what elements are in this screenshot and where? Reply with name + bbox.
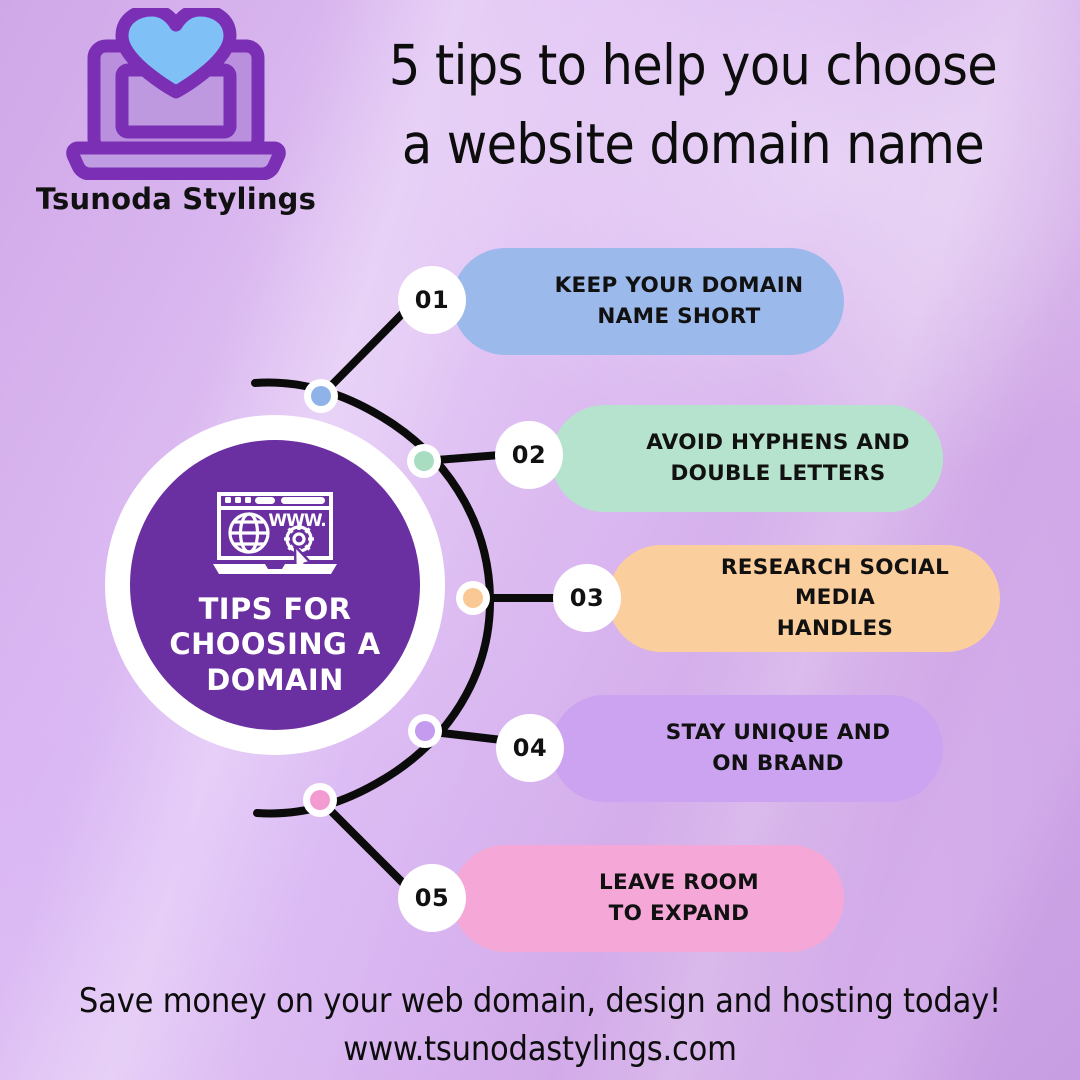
tip-01-line-2: NAME SHORT	[597, 303, 761, 329]
tip-05-line-1: LEAVE ROOM	[599, 869, 759, 895]
laptop-heart-icon	[66, 8, 286, 180]
center-hub-circle: WWW. TIPS FOR CHOOSING A DOMAIN	[130, 440, 420, 730]
footer-callout: Save money on your web domain, design an…	[20, 978, 1060, 1073]
brand-name: Tsunoda Stylings	[35, 182, 317, 216]
connector-line-04	[421, 727, 506, 744]
node-dot-04	[408, 714, 442, 748]
tip-text-01: KEEP YOUR DOMAIN NAME SHORT	[477, 271, 820, 332]
tip-card-03[interactable]: RESEARCH SOCIAL MEDIA HANDLES	[608, 545, 1000, 652]
tip-number-badge-03[interactable]: 03	[553, 564, 621, 632]
center-hub: WWW. TIPS FOR CHOOSING A DOMAIN	[105, 415, 445, 755]
brand-logo-block: Tsunoda Stylings	[26, 8, 326, 216]
infographic-canvas: Tsunoda Stylings 5 tips to help you choo…	[0, 0, 1080, 1080]
tip-number-badge-02[interactable]: 02	[495, 421, 563, 489]
hub-title-line-1: TIPS FOR	[198, 592, 352, 626]
tip-text-03: RESEARCH SOCIAL MEDIA HANDLES	[608, 553, 1000, 645]
page-title: 5 tips to help you choose a website doma…	[330, 26, 1056, 184]
page-title-line-1: 5 tips to help you choose	[388, 33, 998, 97]
tip-number-02: 02	[511, 441, 547, 469]
page-title-line-2: a website domain name	[401, 112, 985, 177]
tip-01-line-1: KEEP YOUR DOMAIN	[554, 272, 804, 298]
hub-title-line-3: DOMAIN	[206, 662, 344, 697]
tip-text-02: AVOID HYPHENS AND DOUBLE LETTERS	[568, 428, 926, 489]
browser-globe-gear-icon: WWW.	[213, 492, 337, 575]
connector-line-01	[317, 308, 408, 400]
tip-number-badge-05[interactable]: 05	[398, 864, 466, 932]
tip-text-05: LEAVE ROOM TO EXPAND	[521, 868, 775, 929]
hub-title-line-2: CHOOSING A	[169, 627, 381, 662]
node-dot-02	[407, 444, 441, 478]
tip-05-line-2: TO EXPAND	[608, 900, 750, 926]
tip-card-05[interactable]: LEAVE ROOM TO EXPAND	[452, 845, 844, 952]
tip-04-line-1: STAY UNIQUE AND	[665, 719, 891, 745]
tip-number-badge-01[interactable]: 01	[398, 266, 466, 334]
tip-number-04: 04	[512, 734, 548, 762]
tip-02-line-1: AVOID HYPHENS AND	[646, 429, 910, 455]
node-dot-01	[304, 379, 338, 413]
tip-card-02[interactable]: AVOID HYPHENS AND DOUBLE LETTERS	[551, 405, 943, 512]
connector-line-05	[316, 796, 408, 888]
tip-number-03: 03	[569, 584, 605, 612]
tip-03-line-2: HANDLES	[776, 615, 894, 641]
tip-03-line-1: RESEARCH SOCIAL MEDIA	[720, 554, 950, 611]
tip-number-badge-04[interactable]: 04	[496, 714, 564, 782]
node-dot-05	[303, 783, 337, 817]
tip-text-04: STAY UNIQUE AND ON BRAND	[588, 718, 906, 779]
tip-card-04[interactable]: STAY UNIQUE AND ON BRAND	[551, 695, 943, 802]
tip-number-05: 05	[414, 884, 450, 912]
tip-number-01: 01	[414, 286, 450, 314]
node-dot-03	[456, 581, 490, 615]
connector-line-02	[420, 451, 504, 465]
footer-line-2: www.tsunodastylings.com	[343, 1028, 737, 1069]
tip-04-line-2: ON BRAND	[712, 750, 844, 776]
center-hub-title: TIPS FOR CHOOSING A DOMAIN	[140, 592, 410, 698]
tip-card-01[interactable]: KEEP YOUR DOMAIN NAME SHORT	[452, 248, 844, 355]
footer-line-1: Save money on your web domain, design an…	[78, 981, 1002, 1021]
tip-02-line-2: DOUBLE LETTERS	[670, 460, 886, 486]
